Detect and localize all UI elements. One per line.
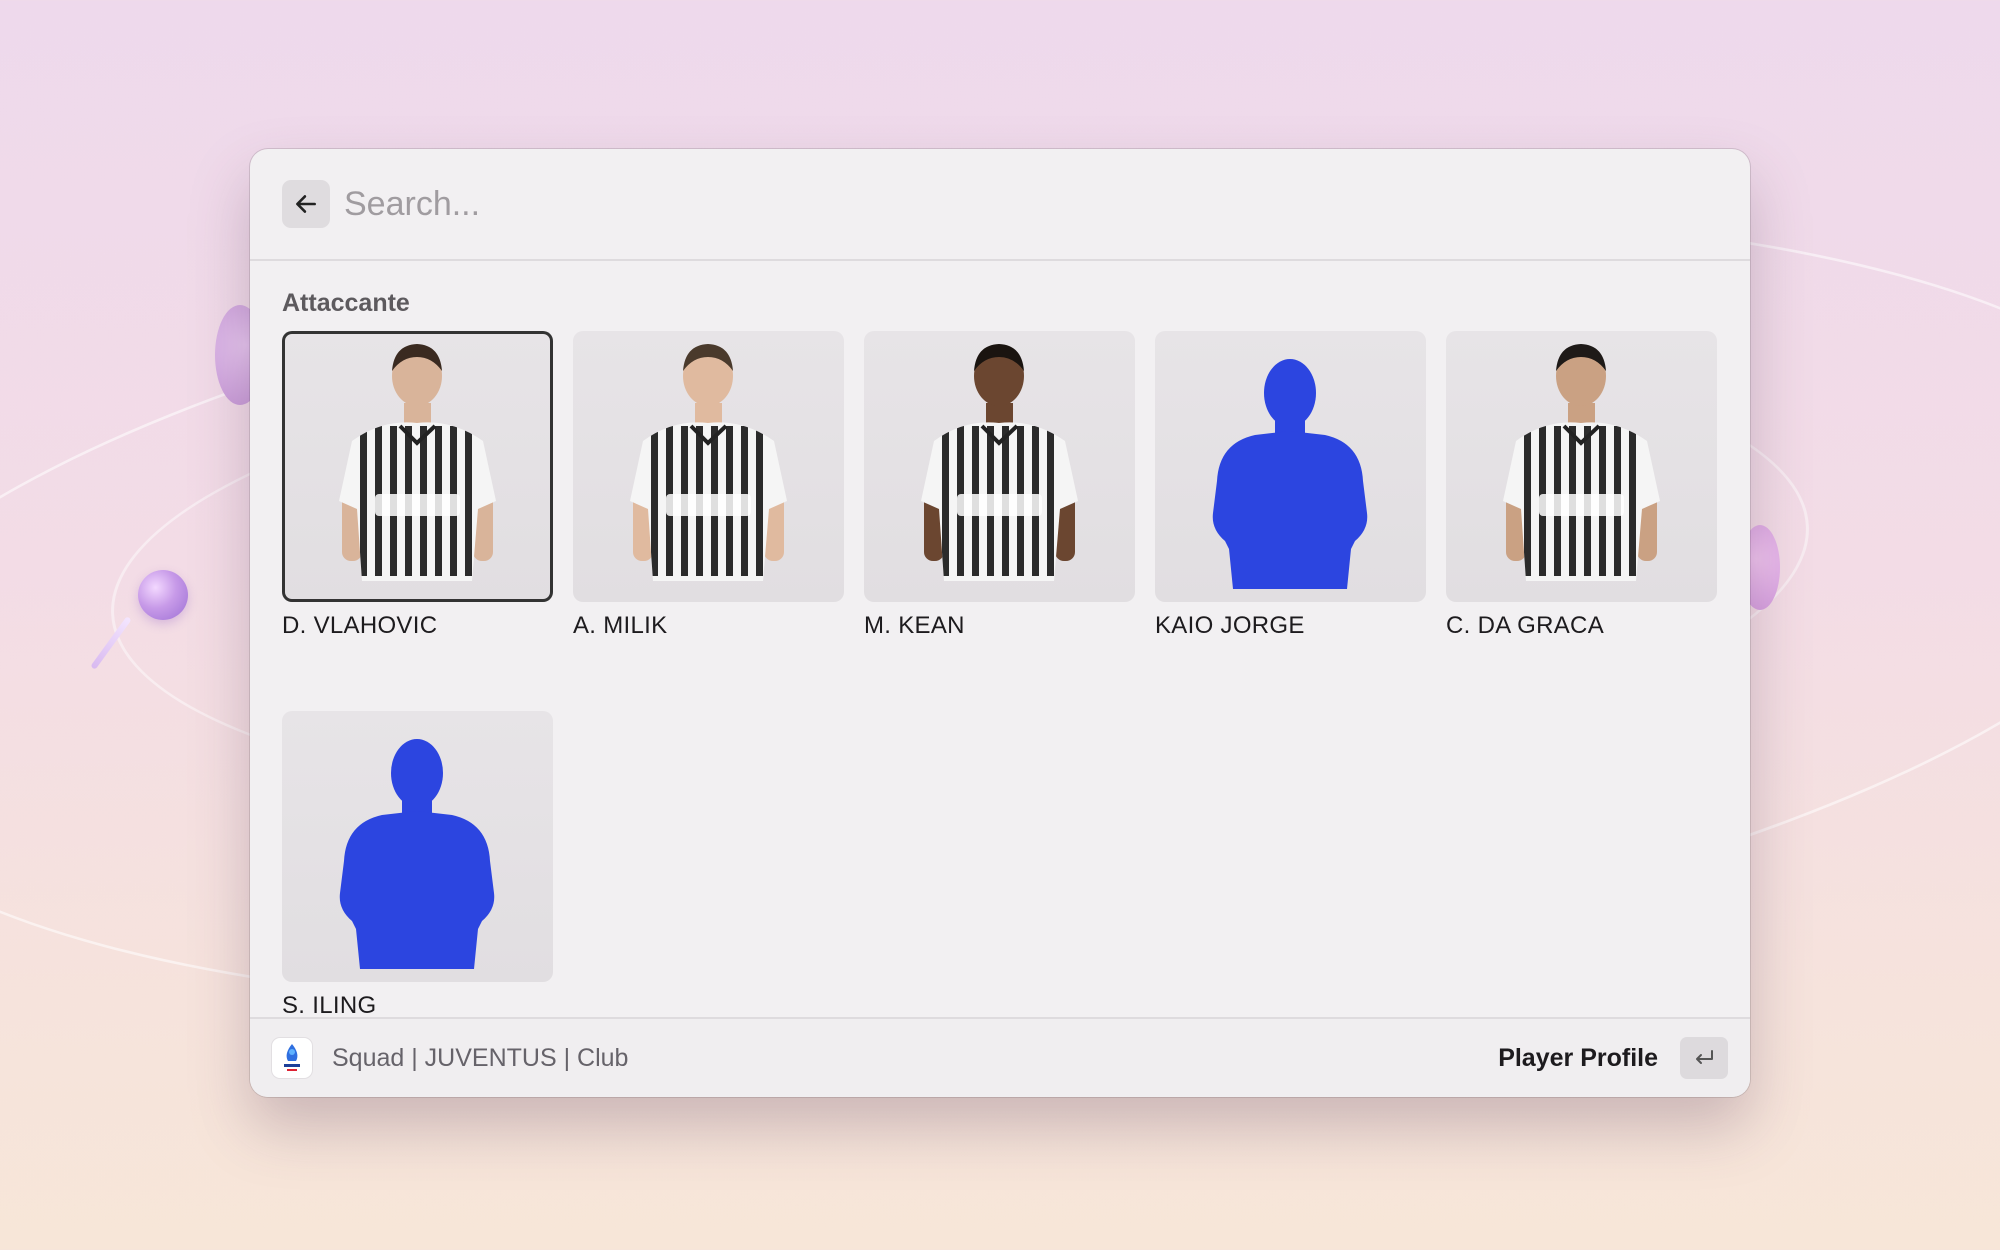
section-title: Attaccante [282, 289, 410, 317]
player-name: C. DA GRACA [1446, 612, 1604, 639]
player-photo [339, 344, 496, 581]
primary-action-label[interactable]: Player Profile [1498, 1044, 1658, 1073]
player-thumbnail[interactable] [282, 711, 553, 982]
lollipop-icon [138, 570, 188, 620]
player-name: A. MILIK [573, 612, 668, 639]
player-silhouette-icon [339, 739, 495, 969]
player-thumbnail[interactable] [1155, 331, 1426, 602]
search-input[interactable] [344, 174, 1644, 234]
player-photo [921, 344, 1078, 581]
return-key-icon[interactable] [1680, 1037, 1728, 1079]
player-card[interactable]: A. MILIK [573, 331, 844, 640]
player-name: S. ILING [282, 992, 377, 1019]
player-thumbnail[interactable] [573, 331, 844, 602]
player-thumbnail[interactable] [282, 331, 553, 602]
player-card[interactable]: M. KEAN [864, 331, 1135, 640]
player-card[interactable]: C. DA GRACA [1446, 331, 1717, 640]
results-area: Attaccante D. VLAHOVIC A. MILIK M. KEAN … [250, 261, 1750, 1019]
player-card[interactable]: S. ILING [282, 711, 553, 1020]
search-bar [250, 149, 1750, 261]
player-photo [1503, 344, 1660, 581]
player-name: D. VLAHOVIC [282, 612, 438, 639]
footer-bar: Squad | JUVENTUS | Club Player Profile [250, 1017, 1750, 1097]
player-thumbnail[interactable] [1446, 331, 1717, 602]
lollipop-stick [90, 616, 132, 670]
player-card[interactable]: KAIO JORGE [1155, 331, 1426, 640]
player-silhouette-icon [1212, 359, 1368, 589]
player-card[interactable]: D. VLAHOVIC [282, 331, 553, 640]
player-thumbnail[interactable] [864, 331, 1135, 602]
back-button[interactable] [282, 180, 330, 228]
serie-a-logo [272, 1038, 312, 1078]
arrow-left-icon [296, 195, 316, 213]
launcher-window: Attaccante D. VLAHOVIC A. MILIK [250, 149, 1750, 1097]
player-grid: D. VLAHOVIC A. MILIK M. KEAN KAIO JORGE [282, 331, 1717, 1020]
player-name: KAIO JORGE [1155, 612, 1305, 639]
breadcrumb: Squad | JUVENTUS | Club [332, 1043, 629, 1072]
player-photo [630, 344, 787, 581]
player-name: M. KEAN [864, 612, 965, 639]
